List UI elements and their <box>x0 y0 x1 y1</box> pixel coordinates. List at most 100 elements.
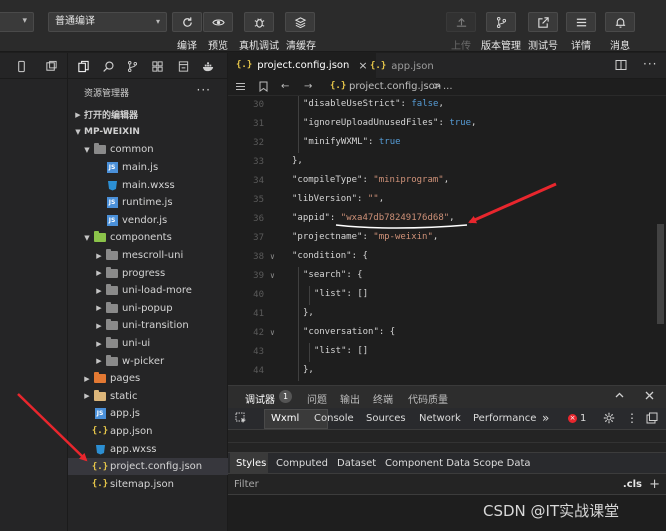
tree-item-label: uni-popup <box>122 302 173 314</box>
preview-button[interactable] <box>203 12 233 32</box>
back-arrow-icon[interactable]: ← <box>281 81 289 92</box>
forward-arrow-icon[interactable]: → <box>304 81 312 92</box>
simulator-select[interactable]: ▾ <box>0 12 34 32</box>
tab-app-json[interactable]: {.} app.json <box>362 53 442 79</box>
tab-computed[interactable]: Computed <box>276 458 328 469</box>
tree-folder[interactable]: ▶ mescroll-uni <box>68 247 228 265</box>
filter-input[interactable]: Filter <box>234 479 259 490</box>
code-editor[interactable]: 30 "disableUseStrict": false, 31 "ignoreUpl… <box>228 96 666 382</box>
line-number: 36 <box>253 214 264 224</box>
tree-file[interactable]: JS runtime.js <box>68 194 228 212</box>
inspect-element-icon[interactable] <box>235 412 248 428</box>
tree-folder[interactable]: ▶ uni-popup <box>68 300 228 318</box>
tree-file[interactable]: JS vendor.js <box>68 212 228 230</box>
folder-icon <box>94 231 106 243</box>
clear-cache-button[interactable] <box>285 12 315 32</box>
tree-file[interactable]: JS main.js <box>68 159 228 177</box>
code-line: 39 ∨ "search": { <box>228 267 666 286</box>
wxml-dom-tree[interactable] <box>228 430 666 453</box>
open-editors-section[interactable]: ▶ 打开的编辑器 <box>68 106 228 124</box>
docker-icon[interactable] <box>201 59 215 73</box>
panel-tab-console[interactable]: Console <box>314 413 354 424</box>
tree-folder[interactable]: ▶ uni-transition <box>68 317 228 335</box>
error-count[interactable]: 1 <box>580 413 586 424</box>
menu-icon <box>576 18 586 26</box>
breadcrumb-file[interactable]: project.config.json <box>349 81 441 92</box>
tree-folder[interactable]: ▼ components <box>68 229 228 247</box>
gear-icon[interactable] <box>603 412 615 427</box>
project-label: MP-WEIXIN <box>84 127 140 138</box>
panel-tab-sources[interactable]: Sources <box>366 413 406 424</box>
fold-chevron-icon[interactable]: ∨ <box>270 271 275 280</box>
code-line: 44}, <box>228 362 666 381</box>
remote-debug-button[interactable] <box>244 12 274 32</box>
chevron-right-icon: ▶ <box>96 251 102 260</box>
panel-tab-network[interactable]: Network <box>419 413 461 424</box>
tab-dataset[interactable]: Dataset <box>337 458 376 469</box>
split-editor-icon[interactable] <box>615 59 627 74</box>
window-icon[interactable] <box>44 59 58 73</box>
version-control-button[interactable] <box>486 12 516 32</box>
tree-folder[interactable]: ▶ pages <box>68 370 228 388</box>
compile-mode-select[interactable]: 普通编译 ▾ <box>48 12 167 32</box>
tree-item-label: pages <box>110 373 141 385</box>
cls-button[interactable]: .cls <box>623 479 642 490</box>
panel-tab-wxml[interactable]: Wxml <box>271 413 299 424</box>
phone-icon[interactable] <box>14 59 28 73</box>
more-actions-icon[interactable]: ··· <box>643 57 657 71</box>
tree-item-label: app.wxss <box>110 443 157 455</box>
tree-file[interactable]: {.} project.config.json <box>68 457 228 476</box>
add-rule-button[interactable]: + <box>649 477 660 492</box>
tree-file[interactable]: {.} app.json <box>68 423 228 441</box>
tab-problems[interactable]: 问题 <box>307 391 327 406</box>
tab-debugger[interactable]: 调试器 <box>245 391 275 406</box>
tree-folder[interactable]: ▶ w-picker <box>68 352 228 370</box>
tree-file[interactable]: app.wxss <box>68 440 228 458</box>
breadcrumb-rest[interactable]: ... <box>443 81 453 92</box>
tree-folder[interactable]: ▶ progress <box>68 264 228 282</box>
kebab-menu-icon[interactable]: ⋮ <box>626 411 638 425</box>
code-token: "ignoreUploadUnusedFiles": <box>303 118 450 128</box>
dock-icon[interactable] <box>646 412 658 427</box>
storage-icon[interactable] <box>176 59 190 73</box>
tree-file[interactable]: JS app.js <box>68 405 228 423</box>
tab-project-config[interactable]: {.} project.config.json × <box>228 53 376 79</box>
more-panels-icon[interactable]: » <box>542 411 549 425</box>
menu-icon[interactable] <box>235 81 246 95</box>
source-control-icon[interactable] <box>125 59 139 73</box>
details-button[interactable] <box>566 12 596 32</box>
chevron-up-icon[interactable] <box>614 390 625 404</box>
extensions-icon[interactable] <box>150 59 164 73</box>
clear-cache-label: 清缓存 <box>286 41 316 52</box>
tab-scope-data[interactable]: Scope Data <box>473 458 531 469</box>
top-toolbar: ▾ 普通编译 ▾ 编译 预览 真机调试 清缓存 上传 版本管理 测试号 详情 消… <box>0 0 666 52</box>
fold-chevron-icon[interactable]: ∨ <box>270 252 275 261</box>
breadcrumb: ← → {.} project.config.json > ... <box>228 79 666 96</box>
tree-folder[interactable]: ▶ uni-ui <box>68 335 228 353</box>
tree-folder[interactable]: ▼ common <box>68 141 228 159</box>
tab-code-quality[interactable]: 代码质量 <box>408 391 448 406</box>
test-account-button[interactable] <box>528 12 558 32</box>
indent-guide <box>298 286 299 305</box>
project-section[interactable]: ▼ MP-WEIXIN <box>68 124 228 142</box>
tree-file[interactable]: main.wxss <box>68 176 228 194</box>
close-icon[interactable] <box>644 390 655 404</box>
bookmark-icon[interactable] <box>259 81 268 95</box>
tab-component-data[interactable]: Component Data <box>385 458 470 469</box>
tree-file[interactable]: {.} sitemap.json <box>68 475 228 493</box>
compile-button[interactable] <box>172 12 202 32</box>
tab-styles[interactable]: Styles <box>236 458 266 469</box>
more-actions-icon[interactable]: ··· <box>197 83 211 97</box>
tree-folder[interactable]: ▶ static <box>68 388 228 406</box>
tab-output[interactable]: 输出 <box>340 391 360 406</box>
upload-button[interactable] <box>446 12 476 32</box>
messages-button[interactable] <box>605 12 635 32</box>
tab-terminal[interactable]: 终端 <box>373 391 393 406</box>
tree-folder[interactable]: ▶ uni-load-more <box>68 282 228 300</box>
fold-chevron-icon[interactable]: ∨ <box>270 328 275 337</box>
editor-scroll-thumb[interactable] <box>657 224 664 324</box>
code-text: }, <box>292 156 303 166</box>
search-icon[interactable] <box>101 59 115 73</box>
files-icon[interactable] <box>76 59 90 73</box>
panel-tab-performance[interactable]: Performance <box>473 413 536 424</box>
